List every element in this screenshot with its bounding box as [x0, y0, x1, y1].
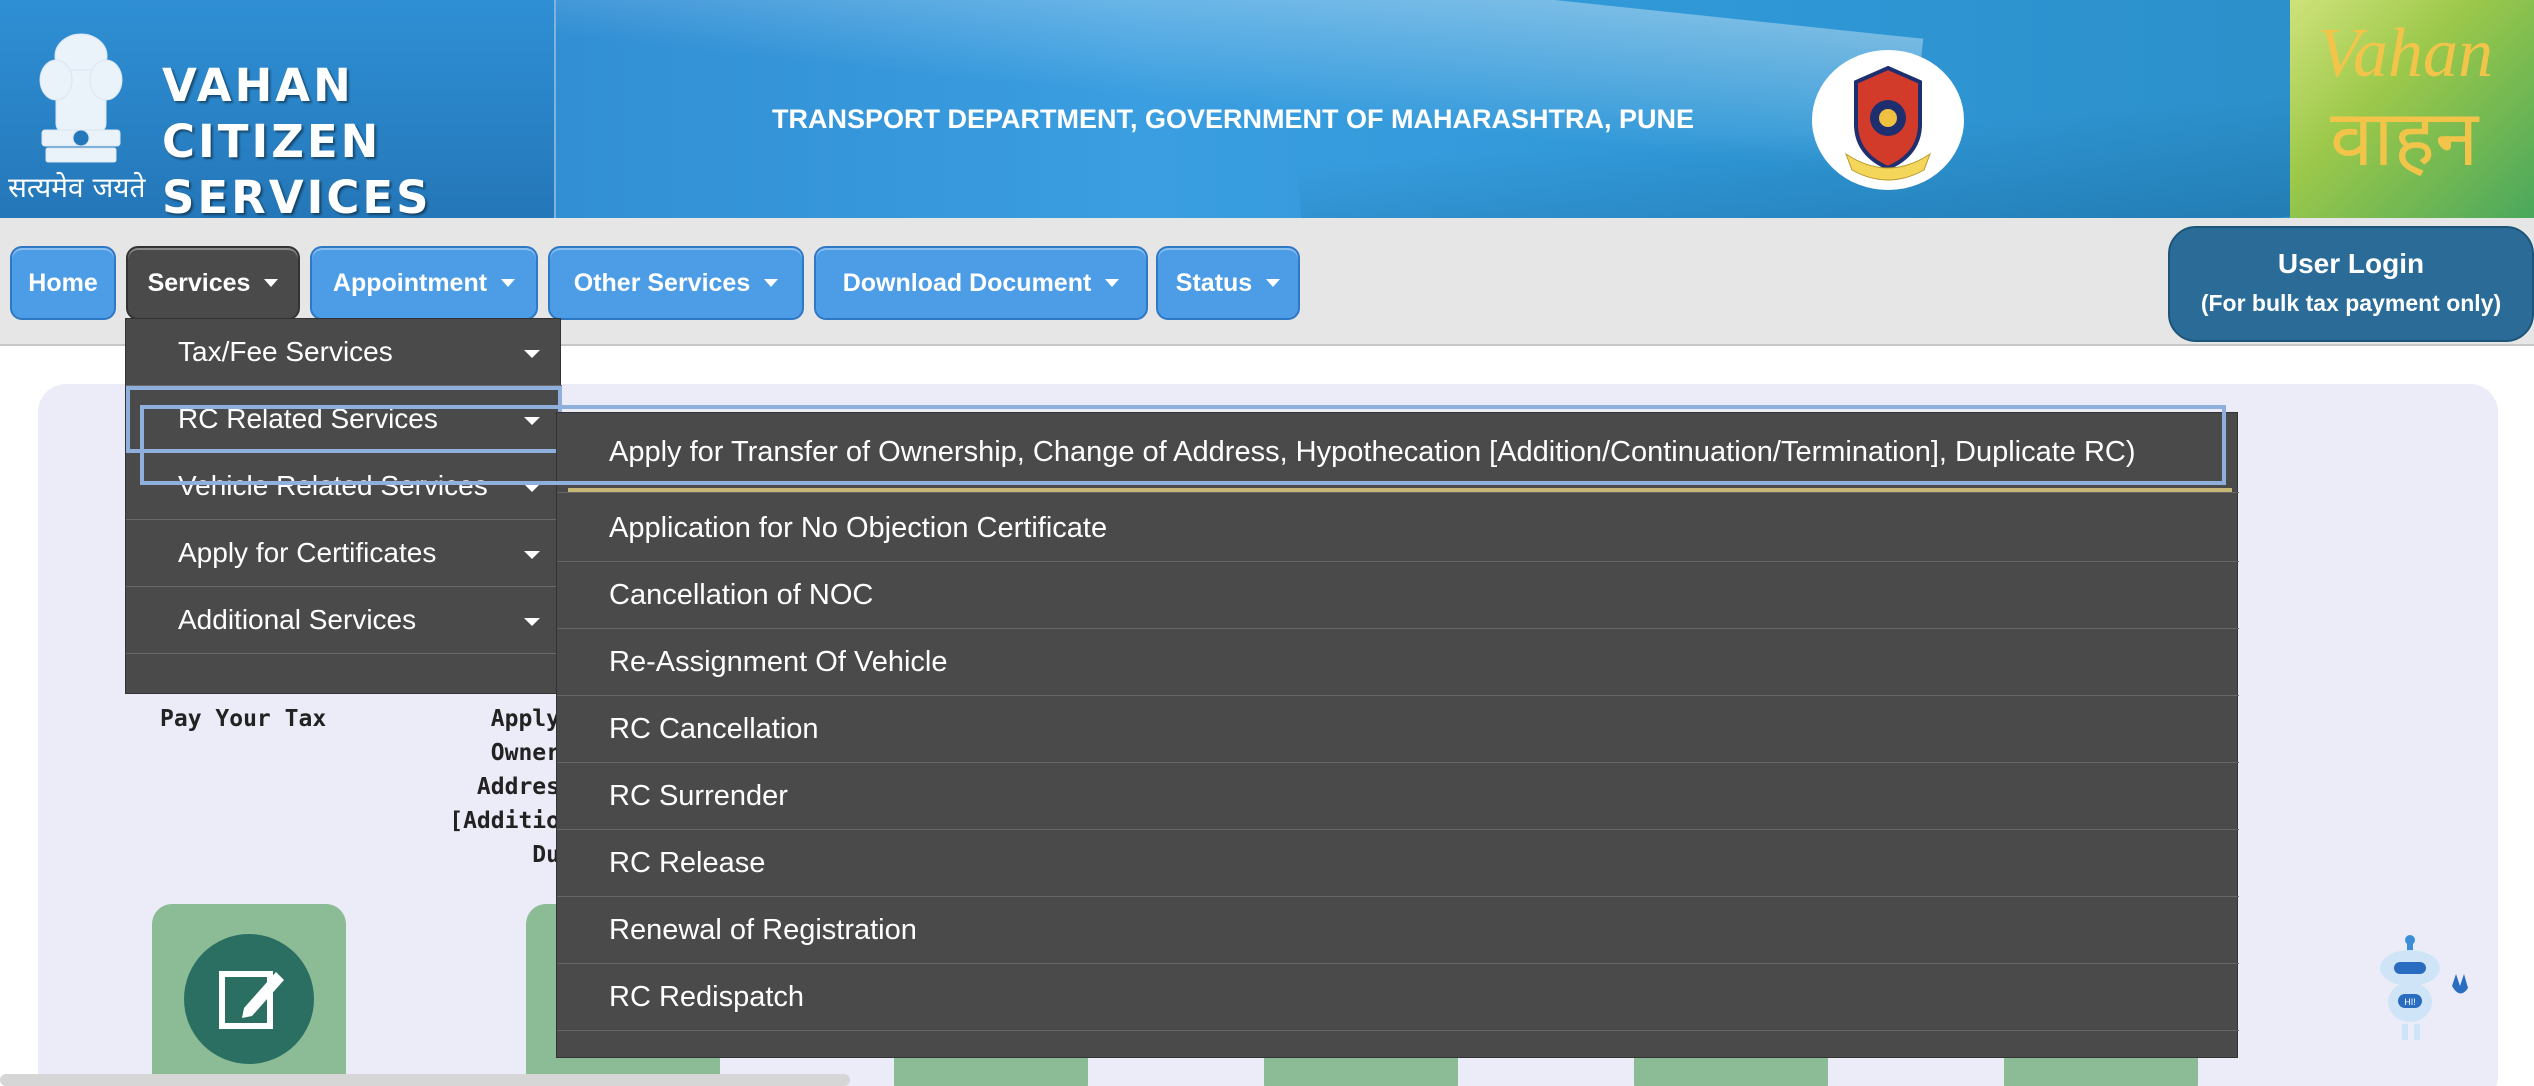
services-dropdown-menu: Tax/Fee Services RC Related Services Veh…: [125, 318, 562, 694]
rc-related-submenu: Apply for Transfer of Ownership, Change …: [556, 412, 2239, 1058]
caret-down-icon: [1105, 279, 1120, 287]
submenu-item-label: RC Surrender: [609, 779, 788, 812]
nav-appointment-label: Appointment: [332, 268, 488, 297]
submenu-item-rc-release[interactable]: RC Release: [557, 830, 2239, 897]
tile-partial-label-1: Apply: [490, 706, 560, 732]
site-header: सत्यमेव जयते VAHAN CITIZEN SERVICES TRAN…: [0, 0, 2534, 218]
caret-down-icon: [524, 417, 540, 425]
submenu-item-label: Renewal of Registration: [609, 913, 917, 946]
caret-down-icon: [1266, 279, 1281, 287]
submenu-item-rc-surrender[interactable]: RC Surrender: [557, 763, 2239, 830]
site-title-line2: SERVICES: [162, 171, 432, 218]
submenu-item-label: Re-Assignment Of Vehicle: [609, 645, 948, 678]
menu-item-tax-fee-services[interactable]: Tax/Fee Services: [126, 319, 562, 386]
nav-appointment-button[interactable]: Appointment: [310, 246, 538, 320]
user-login-subtitle: (For bulk tax payment only): [2200, 290, 2502, 316]
menu-item-vehicle-related-services[interactable]: Vehicle Related Services: [126, 453, 562, 520]
svg-text:HI!: HI!: [2404, 997, 2416, 1007]
nav-other-services-button[interactable]: Other Services: [548, 246, 804, 320]
transport-department-badge: [1812, 50, 1964, 190]
emblem-motto: सत्यमेव जयते: [8, 171, 146, 204]
submenu-item-noc-application[interactable]: Application for No Objection Certificate: [557, 495, 2239, 562]
caret-down-icon: [524, 484, 540, 492]
tile-partial-label-3: Addres: [476, 774, 560, 800]
horizontal-scrollbar[interactable]: [0, 1074, 850, 1086]
nav-services-button[interactable]: Services: [126, 246, 300, 320]
submenu-item-rc-cancellation[interactable]: RC Cancellation: [557, 696, 2239, 763]
caret-down-icon: [764, 279, 779, 287]
submenu-item-label: RC Release: [609, 846, 766, 879]
submenu-item-label: Cancellation of NOC: [609, 578, 874, 611]
user-login-button[interactable]: User Login (For bulk tax payment only): [2168, 226, 2534, 342]
menu-item-label: Vehicle Related Services: [178, 470, 488, 501]
caret-down-icon: [264, 279, 279, 287]
logo-area: सत्यमेव जयते VAHAN CITIZEN SERVICES: [0, 0, 556, 218]
nav-services-label: Services: [147, 268, 251, 297]
submenu-item-label: Apply for Transfer of Ownership, Change …: [609, 436, 2136, 468]
vahan-brand-logo: Vahan वाहन: [2290, 0, 2534, 218]
edit-icon: [184, 934, 314, 1064]
menu-item-rc-related-services[interactable]: RC Related Services: [126, 386, 562, 453]
tile-pay-tax-label: Pay Your Tax: [160, 706, 327, 732]
tile-pay-tax[interactable]: [152, 904, 346, 1086]
submenu-item-label: RC Cancellation: [609, 712, 819, 745]
nav-status-label: Status: [1175, 268, 1253, 297]
menu-item-label: RC Related Services: [178, 403, 438, 434]
tile-partial-label-4: [Additio: [449, 808, 560, 834]
caret-down-icon: [524, 551, 540, 559]
caret-down-icon: [501, 279, 516, 287]
nav-other-services-label: Other Services: [573, 268, 751, 297]
tile-partial-label-2: Owner: [490, 740, 560, 766]
submenu-item-label: RC Redispatch: [609, 980, 805, 1013]
nav-download-document-button[interactable]: Download Document: [814, 246, 1148, 320]
nav-home-label: Home: [28, 268, 98, 297]
nav-status-button[interactable]: Status: [1156, 246, 1300, 320]
submenu-item-cancellation-of-noc[interactable]: Cancellation of NOC: [557, 562, 2239, 629]
department-title: TRANSPORT DEPARTMENT, GOVERNMENT OF MAHA…: [772, 104, 1695, 134]
submenu-item-re-assignment-of-vehicle[interactable]: Re-Assignment Of Vehicle: [557, 629, 2239, 696]
focus-underline: [568, 488, 2232, 492]
submenu-item-label: Application for No Objection Certificate: [609, 511, 1108, 544]
chatbot-icon[interactable]: HI!: [2360, 930, 2490, 1060]
nav-home-button[interactable]: Home: [10, 246, 116, 320]
menu-item-apply-for-certificates[interactable]: Apply for Certificates: [126, 520, 562, 587]
caret-down-icon: [524, 350, 540, 358]
shield-icon: [1844, 65, 1932, 181]
user-login-label: User Login: [2277, 248, 2425, 279]
menu-item-label: Additional Services: [178, 604, 417, 635]
menu-item-additional-services[interactable]: Additional Services: [126, 587, 562, 654]
menu-item-label: Tax/Fee Services: [178, 336, 393, 367]
site-title-line1: VAHAN CITIZEN: [162, 59, 382, 168]
brand-hi: वाहन: [2330, 94, 2479, 184]
submenu-item-rc-redispatch[interactable]: RC Redispatch: [557, 964, 2239, 1031]
tile-partial-label-5: Du: [532, 842, 560, 868]
submenu-item-transfer-ownership[interactable]: Apply for Transfer of Ownership, Change …: [557, 413, 2239, 493]
site-title[interactable]: VAHAN CITIZEN SERVICES: [162, 58, 554, 218]
nav-download-document-label: Download Document: [842, 268, 1092, 297]
submenu-item-renewal-of-registration[interactable]: Renewal of Registration: [557, 897, 2239, 964]
menu-item-label: Apply for Certificates: [178, 537, 437, 568]
caret-down-icon: [524, 618, 540, 626]
